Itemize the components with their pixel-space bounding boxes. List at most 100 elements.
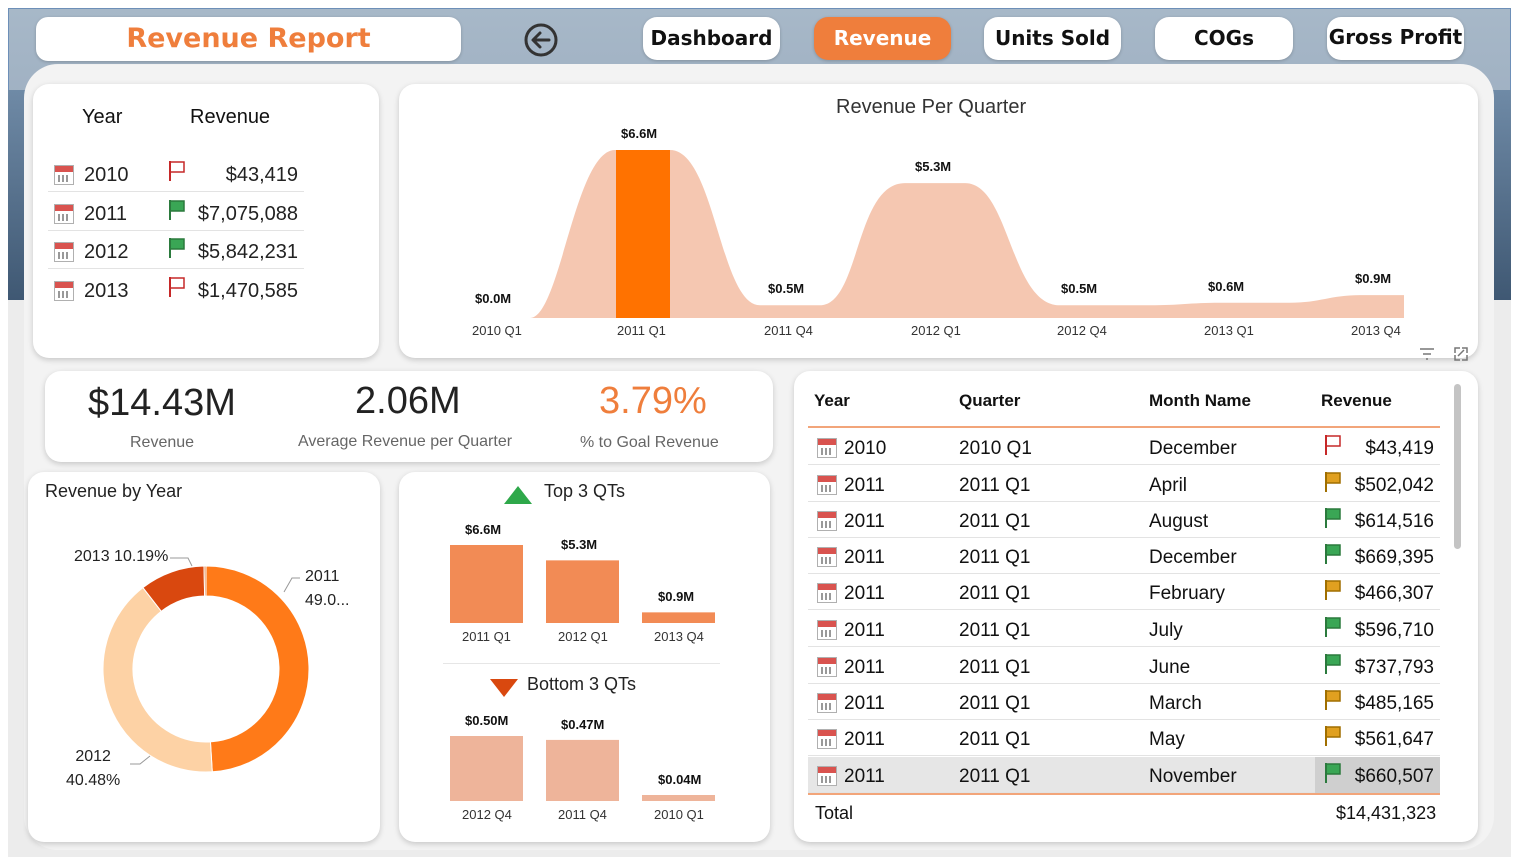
- quarter-cell: 2011 Q1: [959, 583, 1031, 604]
- detail-table-row[interactable]: 2011 2011 Q1 May $561,647: [808, 720, 1440, 756]
- month-cell: May: [1149, 729, 1185, 750]
- calendar-icon: [817, 547, 837, 567]
- detail-table-row[interactable]: 2011 2011 Q1 December $669,395: [808, 538, 1440, 574]
- revenue-cell: $485,165: [1354, 693, 1434, 714]
- calendar-icon: [817, 583, 837, 603]
- detail-table-row[interactable]: 2011 2011 Q1 November $660,507: [808, 757, 1440, 793]
- detail-table-row[interactable]: 2011 2011 Q1 June $737,793: [808, 648, 1440, 684]
- x-tick-label: 2012 Q1: [911, 323, 961, 338]
- detail-table-row[interactable]: 2010 2010 Q1 December $43,419: [808, 429, 1440, 465]
- revenue-cell: $669,395: [1354, 547, 1434, 568]
- calendar-icon: [817, 511, 837, 531]
- bar-category-label: 2012 Q4: [462, 807, 512, 822]
- total-divider: [808, 793, 1440, 795]
- x-tick-label: 2013 Q4: [1351, 323, 1401, 338]
- detail-table-row[interactable]: 2011 2011 Q1 March $485,165: [808, 684, 1440, 720]
- bar-2011-q1[interactable]: [450, 545, 523, 623]
- detail-table-row[interactable]: 2011 2011 Q1 April $502,042: [808, 466, 1440, 502]
- calendar-icon: [817, 438, 837, 458]
- table-scrollbar[interactable]: [1454, 384, 1461, 549]
- quarter-cell: 2011 Q1: [959, 511, 1031, 532]
- bar-category-label: 2012 Q1: [558, 629, 608, 644]
- year-cell: 2011: [844, 620, 885, 641]
- red-flag-icon: [1325, 435, 1341, 455]
- green-flag-icon: [1325, 617, 1341, 637]
- calendar-icon: [817, 657, 837, 677]
- quarter-cell: 2011 Q1: [959, 547, 1031, 568]
- year-cell: 2011: [844, 583, 885, 604]
- month-cell: November: [1149, 766, 1237, 787]
- x-tick-label: 2013 Q1: [1204, 323, 1254, 338]
- revenue-cell: $561,647: [1354, 729, 1434, 750]
- bar-data-label: $5.3M: [561, 537, 598, 553]
- month-cell: February: [1149, 583, 1226, 604]
- bar-category-label: 2011 Q4: [558, 807, 607, 822]
- year-cell: 2011: [844, 547, 885, 568]
- x-tick-label: 2012 Q4: [1057, 323, 1107, 338]
- filter-icon[interactable]: [1418, 346, 1436, 362]
- green-flag-icon: [1325, 508, 1341, 528]
- yellow-flag-icon: [1325, 580, 1341, 600]
- bar-data-label: $0.47M: [561, 716, 605, 732]
- quarter-cell: 2010 Q1: [959, 438, 1032, 459]
- year-cell: 2011: [844, 511, 885, 532]
- revenue-cell: $660,507: [1354, 766, 1434, 787]
- revenue-cell: $614,516: [1354, 511, 1434, 532]
- focus-mode-icon[interactable]: [1452, 346, 1470, 362]
- bar-2010-q1[interactable]: [642, 795, 715, 801]
- bar-category-label: 2013 Q4: [654, 629, 704, 644]
- detail-col-year[interactable]: Year: [814, 391, 850, 411]
- total-value: $14,431,323: [1336, 803, 1437, 823]
- bar-2013-q4[interactable]: [642, 612, 715, 623]
- calendar-icon: [817, 729, 837, 749]
- bar-data-label: $0.04M: [658, 772, 702, 787]
- bar-category-label: 2010 Q1: [654, 807, 704, 822]
- year-cell: 2011: [844, 475, 885, 496]
- detail-col-revenue[interactable]: Revenue: [1321, 391, 1392, 411]
- bar-data-label: $0.50M: [465, 713, 509, 728]
- year-cell: 2010: [844, 438, 887, 459]
- revenue-cell: $737,793: [1354, 657, 1434, 678]
- quarter-cell: 2011 Q1: [959, 693, 1031, 714]
- year-cell: 2011: [844, 657, 885, 678]
- month-cell: June: [1149, 657, 1191, 678]
- data-label: $0.9M: [1355, 271, 1392, 287]
- bar-data-label: $6.6M: [465, 522, 502, 537]
- calendar-icon: [817, 475, 837, 495]
- data-label: $5.3M: [915, 159, 952, 175]
- total-label: Total: [815, 803, 854, 823]
- quarter-cell: 2011 Q1: [959, 657, 1031, 678]
- month-cell: December: [1149, 438, 1237, 459]
- month-cell: July: [1149, 620, 1183, 641]
- month-cell: March: [1149, 693, 1202, 714]
- green-flag-icon: [1325, 544, 1341, 564]
- year-cell: 2011: [844, 729, 885, 750]
- revenue-cell: $502,042: [1354, 475, 1434, 496]
- revenue-cell: $596,710: [1354, 620, 1434, 641]
- green-flag-icon: [1325, 654, 1341, 674]
- calendar-icon: [817, 620, 837, 640]
- bar-2011-q4[interactable]: [546, 739, 619, 801]
- month-cell: August: [1149, 511, 1209, 532]
- detail-table-row[interactable]: 2011 2011 Q1 February $466,307: [808, 574, 1440, 610]
- detail-table-row[interactable]: 2011 2011 Q1 August $614,516: [808, 502, 1440, 538]
- quarter-cell: 2011 Q1: [959, 766, 1031, 787]
- yellow-flag-icon: [1325, 472, 1341, 492]
- bar-2012-q4[interactable]: [450, 736, 523, 801]
- yellow-flag-icon: [1325, 690, 1341, 710]
- bar-data-label: $0.9M: [658, 589, 695, 605]
- top-bottom-bar-charts: [450, 545, 715, 801]
- quarter-cell: 2011 Q1: [959, 475, 1031, 496]
- detail-table-row[interactable]: 2011 2011 Q1 July $596,710: [808, 611, 1440, 647]
- yellow-flag-icon: [1325, 726, 1341, 746]
- year-cell: 2011: [844, 693, 885, 714]
- quarter-cell: 2011 Q1: [959, 729, 1031, 750]
- revenue-cell: $466,307: [1354, 583, 1434, 604]
- month-cell: April: [1149, 475, 1188, 496]
- bar-2012-q1[interactable]: [546, 560, 619, 623]
- data-label: $0.5M: [1061, 281, 1098, 297]
- detail-col-month[interactable]: Month Name: [1149, 391, 1251, 411]
- month-cell: December: [1149, 547, 1237, 568]
- header-divider: [808, 426, 1440, 428]
- detail-col-quarter[interactable]: Quarter: [959, 391, 1020, 411]
